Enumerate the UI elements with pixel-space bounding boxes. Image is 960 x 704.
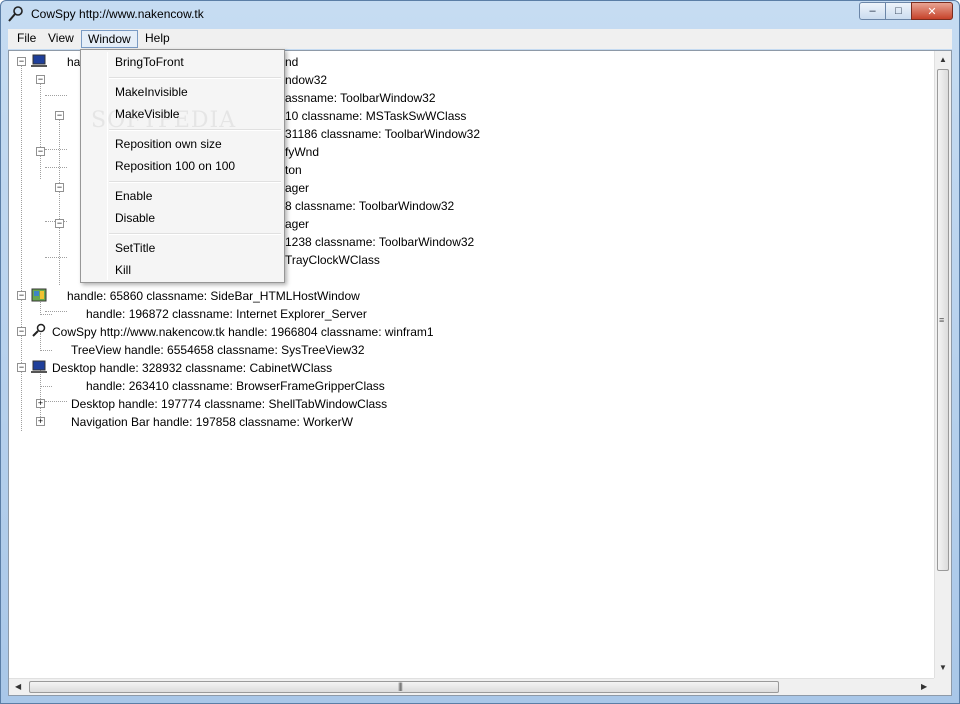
minimize-icon: ‒ — [869, 5, 876, 17]
menu-reposition-100[interactable]: Reposition 100 on 100 — [115, 156, 235, 176]
close-icon: ✕ — [927, 5, 937, 18]
tree-row-partial[interactable]: 1238 classname: ToolbarWindow32 — [285, 234, 474, 250]
minimize-button[interactable]: ‒ — [859, 2, 885, 20]
collapse-toggle[interactable]: − — [17, 57, 26, 66]
menu-bar: File View Window Help — [8, 29, 952, 49]
title-bar[interactable]: CowSpy http://www.nakencow.tk ‒ □ ✕ — [1, 1, 959, 29]
tree-row[interactable]: Desktop handle: 328932 classname: Cabine… — [52, 360, 332, 376]
tree-row-partial[interactable]: 8 classname: ToolbarWindow32 — [285, 198, 454, 214]
tree-row-partial[interactable]: 31186 classname: ToolbarWindow32 — [285, 126, 480, 142]
magnifier-icon — [8, 6, 23, 22]
vertical-scrollbar[interactable]: ▲ ≡ ▼ — [934, 51, 951, 679]
tree-row-partial[interactable]: ager — [285, 180, 309, 196]
vertical-scroll-thumb[interactable]: ≡ — [937, 69, 949, 571]
tree-row[interactable]: CowSpy http://www.nakencow.tk handle: 19… — [52, 324, 434, 340]
window-title: CowSpy http://www.nakencow.tk — [31, 7, 204, 21]
collapse-toggle[interactable]: − — [17, 291, 26, 300]
menu-set-title[interactable]: SetTitle — [115, 238, 155, 258]
menu-enable[interactable]: Enable — [115, 186, 152, 206]
close-button[interactable]: ✕ — [911, 2, 953, 20]
menu-view[interactable]: View — [42, 30, 80, 48]
tree-row-partial[interactable]: ton — [285, 162, 302, 178]
scroll-up-icon[interactable]: ▲ — [939, 55, 947, 64]
menu-reposition-own-size[interactable]: Reposition own size — [115, 134, 222, 154]
collapse-toggle[interactable]: − — [55, 219, 64, 228]
collapse-toggle[interactable]: − — [36, 147, 45, 156]
collapse-toggle[interactable]: − — [55, 111, 64, 120]
scroll-left-icon[interactable]: ◀ — [15, 682, 21, 691]
menu-kill[interactable]: Kill — [115, 260, 131, 280]
collapse-toggle[interactable]: − — [17, 327, 26, 336]
collapse-toggle[interactable]: − — [55, 183, 64, 192]
menu-help[interactable]: Help — [139, 30, 176, 48]
sidebar-window-icon — [31, 288, 47, 302]
maximize-icon: □ — [895, 5, 902, 17]
collapse-toggle[interactable]: − — [36, 75, 45, 84]
tree-row-partial[interactable]: TrayClockWClass — [285, 252, 380, 268]
tree-row-partial[interactable]: 10 classname: MSTaskSwWClass — [285, 108, 466, 124]
menu-disable[interactable]: Disable — [115, 208, 155, 228]
scroll-right-icon[interactable]: ▶ — [921, 682, 927, 691]
tree-row[interactable]: TreeView handle: 6554658 classname: SysT… — [71, 342, 365, 358]
menu-window[interactable]: Window — [81, 30, 138, 48]
scroll-down-icon[interactable]: ▼ — [939, 663, 947, 672]
grip-icon: ||| — [398, 681, 403, 691]
window-menu-dropdown: SOFTPEDIA BringToFront MakeInvisible Mak… — [80, 49, 285, 283]
app-window: CowSpy http://www.nakencow.tk ‒ □ ✕ File… — [0, 0, 960, 704]
menu-file[interactable]: File — [11, 30, 42, 48]
tree-row-partial[interactable]: assname: ToolbarWindow32 — [285, 90, 436, 106]
expand-toggle[interactable]: + — [36, 417, 45, 426]
computer-icon — [31, 360, 47, 373]
menu-make-visible[interactable]: MakeVisible — [115, 104, 179, 124]
tree-row[interactable]: handle: 65860 classname: SideBar_HTMLHos… — [67, 288, 360, 304]
tree-row[interactable]: handle: 263410 classname: BrowserFrameGr… — [86, 378, 385, 394]
horizontal-scrollbar[interactable]: ◀ ||| ▶ — [9, 678, 935, 695]
tree-row-partial[interactable]: nd — [285, 54, 298, 70]
magnifier-icon — [32, 323, 46, 337]
horizontal-scroll-thumb[interactable]: ||| — [29, 681, 779, 693]
grip-icon: ≡ — [939, 315, 944, 325]
tree-row[interactable]: Desktop handle: 197774 classname: ShellT… — [71, 396, 387, 412]
menu-make-invisible[interactable]: MakeInvisible — [115, 82, 188, 102]
tree-row-partial[interactable]: ndow32 — [285, 72, 327, 88]
collapse-toggle[interactable]: − — [17, 363, 26, 372]
tree-row[interactable]: Navigation Bar handle: 197858 classname:… — [71, 414, 353, 430]
menu-bring-to-front[interactable]: BringToFront — [115, 52, 184, 72]
tree-row-partial[interactable]: fyWnd — [285, 144, 319, 160]
tree-row-partial[interactable]: ager — [285, 216, 309, 232]
resize-corner[interactable] — [934, 678, 951, 695]
tree-row[interactable]: handle: 196872 classname: Internet Explo… — [86, 306, 367, 322]
maximize-button[interactable]: □ — [885, 2, 911, 20]
expand-toggle[interactable]: + — [36, 399, 45, 408]
tree-row-partial[interactable]: ha — [67, 54, 80, 70]
computer-icon — [31, 54, 47, 67]
